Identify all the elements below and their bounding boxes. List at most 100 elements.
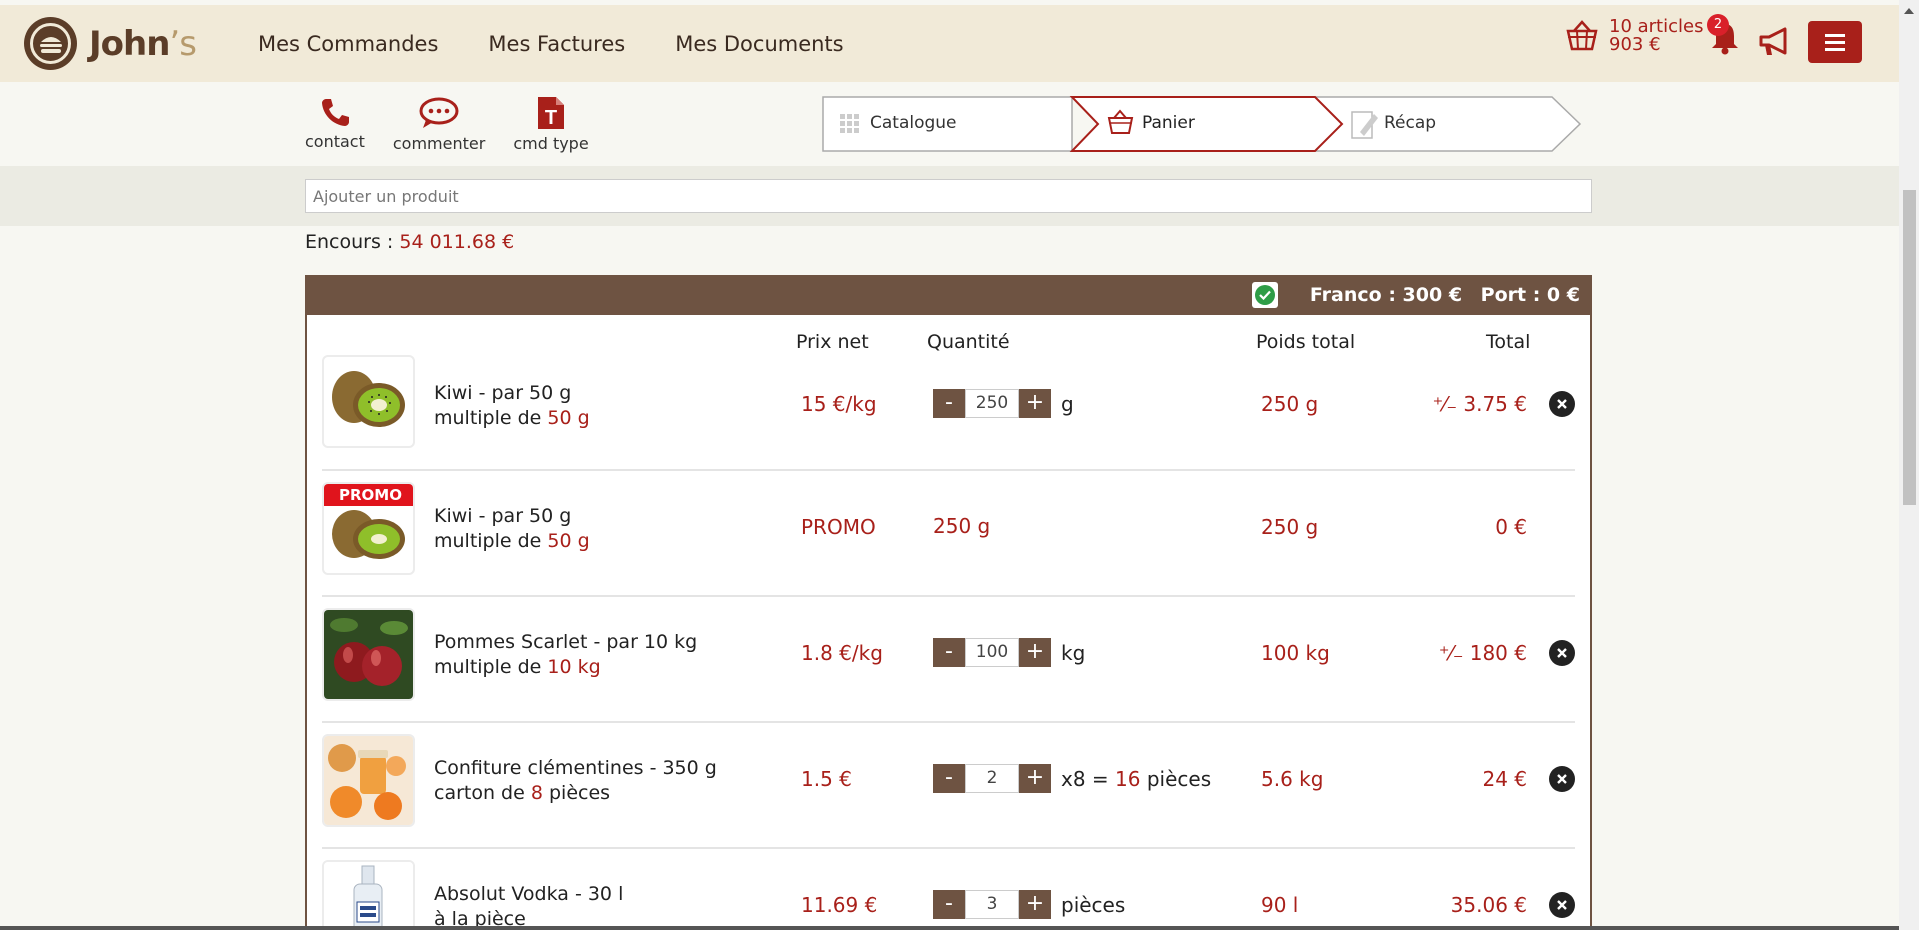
nav-mes-commandes[interactable]: Mes Commandes [258,32,438,56]
increase-quantity-button[interactable]: + [1019,389,1051,418]
hamburger-menu-button[interactable] [1808,21,1862,63]
cart-row: Pommes Scarlet - par 10 kg multiple de 1… [322,597,1575,723]
contact-label: contact [305,132,365,151]
cart-row: Absolut Vodka - 30 l à la pièce 11.69 € … [322,849,1575,930]
decrease-quantity-button[interactable]: - [933,638,965,667]
total-weight: 100 kg [1261,641,1330,665]
jam-image [322,734,415,827]
close-icon [1557,648,1567,658]
column-headers: Prix net Quantité Poids total Total [307,315,1590,363]
franco-label: Franco : 300 € [1309,284,1463,306]
col-quantite: Quantité [927,331,1010,353]
line-total: 0 € [1495,515,1527,539]
close-icon [1557,399,1567,409]
quantity-unit: x8 = 16 pièces [1061,766,1212,791]
product-name: Kiwi - par 50 g multiple de 50 g [434,382,590,429]
line-total: 24 € [1482,767,1527,791]
step-panier-label: Panier [1142,113,1195,133]
product-price: 11.69 € [801,893,878,917]
vodka-image [322,860,415,930]
nav-mes-factures[interactable]: Mes Factures [488,32,625,56]
bottom-edge [0,926,1899,930]
nav-mes-documents[interactable]: Mes Documents [675,32,843,56]
step-catalogue-label: Catalogue [870,113,957,133]
contact-action[interactable]: contact [305,96,365,153]
scroll-up-arrow-icon[interactable] [1904,8,1914,14]
encours-value: 54 011.68 € [399,231,515,253]
product-name: Confiture clémentines - 350 g carton de … [434,757,717,804]
decrease-quantity-button[interactable]: - [933,890,965,919]
promo-tag: PROMO [324,484,413,506]
remove-item-button[interactable] [1549,391,1575,417]
page-scrollbar[interactable] [1899,0,1919,930]
quantity-unit: pièces [1061,892,1126,917]
remove-item-button[interactable] [1549,766,1575,792]
main-nav: Mes Commandes Mes Factures Mes Documents [258,32,894,56]
product-price: PROMO [801,515,876,539]
cmd-type-action[interactable]: T cmd type [513,96,589,153]
cart-total-amount: 903 € [1609,34,1661,55]
increase-quantity-button[interactable]: + [1019,764,1051,793]
franco-check-icon [1251,282,1278,308]
increase-quantity-button[interactable]: + [1019,890,1051,919]
quantity-fixed: 250 g [933,512,990,538]
cmd-type-label: cmd type [513,134,589,153]
add-product-input[interactable] [305,179,1592,213]
burger-logo-icon [24,17,77,70]
product-price: 1.8 €/kg [801,641,883,665]
brand-logo[interactable]: John’s [24,17,197,70]
quantity-stepper: - 3 + pièces [933,890,1125,919]
basket-icon [1566,20,1598,51]
remove-item-button[interactable] [1549,892,1575,918]
decrease-quantity-button[interactable]: - [933,764,965,793]
quantity-input[interactable]: 2 [965,764,1019,793]
product-name: Pommes Scarlet - par 10 kg multiple de 1… [434,631,698,678]
kiwi-image [322,355,415,448]
cart-header: Franco : 300 € Port : 0 € [307,275,1590,315]
quantity-text: 250 g [933,514,991,538]
remove-item-button[interactable] [1549,640,1575,666]
close-icon [1557,774,1567,784]
line-total: ⁺⁄₋ 3.75 € [1432,392,1527,416]
product-name: Kiwi - par 50 g multiple de 50 g [434,505,590,552]
notification-badge: 2 [1707,14,1729,36]
commenter-label: commenter [392,134,486,153]
quantity-input[interactable]: 3 [965,890,1019,919]
apples-image [322,608,415,701]
increase-quantity-button[interactable]: + [1019,638,1051,667]
col-prix-net: Prix net [796,331,869,353]
order-steps: Catalogue Panier Récap [822,96,1582,156]
total-weight: 250 g [1261,392,1319,416]
line-total: ⁺⁄₋ 180 € [1438,641,1527,665]
quantity-input[interactable]: 100 [965,638,1019,667]
cart-row: Kiwi - par 50 g multiple de 50 g 15 €/kg… [322,355,1575,471]
document-t-icon: T [538,97,564,129]
kiwi-image: PROMO [322,482,415,575]
scrollbar-thumb[interactable] [1903,190,1916,505]
line-total: 35.06 € [1450,893,1527,917]
megaphone-icon[interactable] [1757,27,1791,57]
cart-summary[interactable]: 10 articles 903 € [1565,18,1703,54]
encours: Encours : 54 011.68 € [305,231,514,253]
quantity-input[interactable]: 250 [965,389,1019,418]
port-label: Port : 0 € [1480,284,1580,306]
cart-row: Confiture clémentines - 350 g carton de … [322,723,1575,849]
commenter-action[interactable]: commenter [393,96,485,153]
step-panier[interactable] [1069,96,1344,152]
quantity-unit: g [1061,391,1074,416]
step-recap[interactable] [1311,96,1582,152]
close-icon [1557,900,1567,910]
cart-row: PROMO Kiwi - par 50 g multiple de 50 g P… [322,471,1575,597]
quantity-unit: kg [1061,640,1086,665]
total-weight: 5.6 kg [1261,767,1324,791]
quantity-stepper: - 2 + x8 = 16 pièces [933,764,1211,793]
total-weight: 90 l [1261,893,1299,917]
step-recap-label: Récap [1384,113,1437,133]
speech-bubble-icon [419,97,459,128]
total-weight: 250 g [1261,515,1319,539]
col-poids-total: Poids total [1256,331,1356,353]
decrease-quantity-button[interactable]: - [933,389,965,418]
svg-text:T: T [545,107,557,129]
quantity-stepper: - 250 + g [933,389,1074,418]
product-price: 15 €/kg [801,392,877,416]
